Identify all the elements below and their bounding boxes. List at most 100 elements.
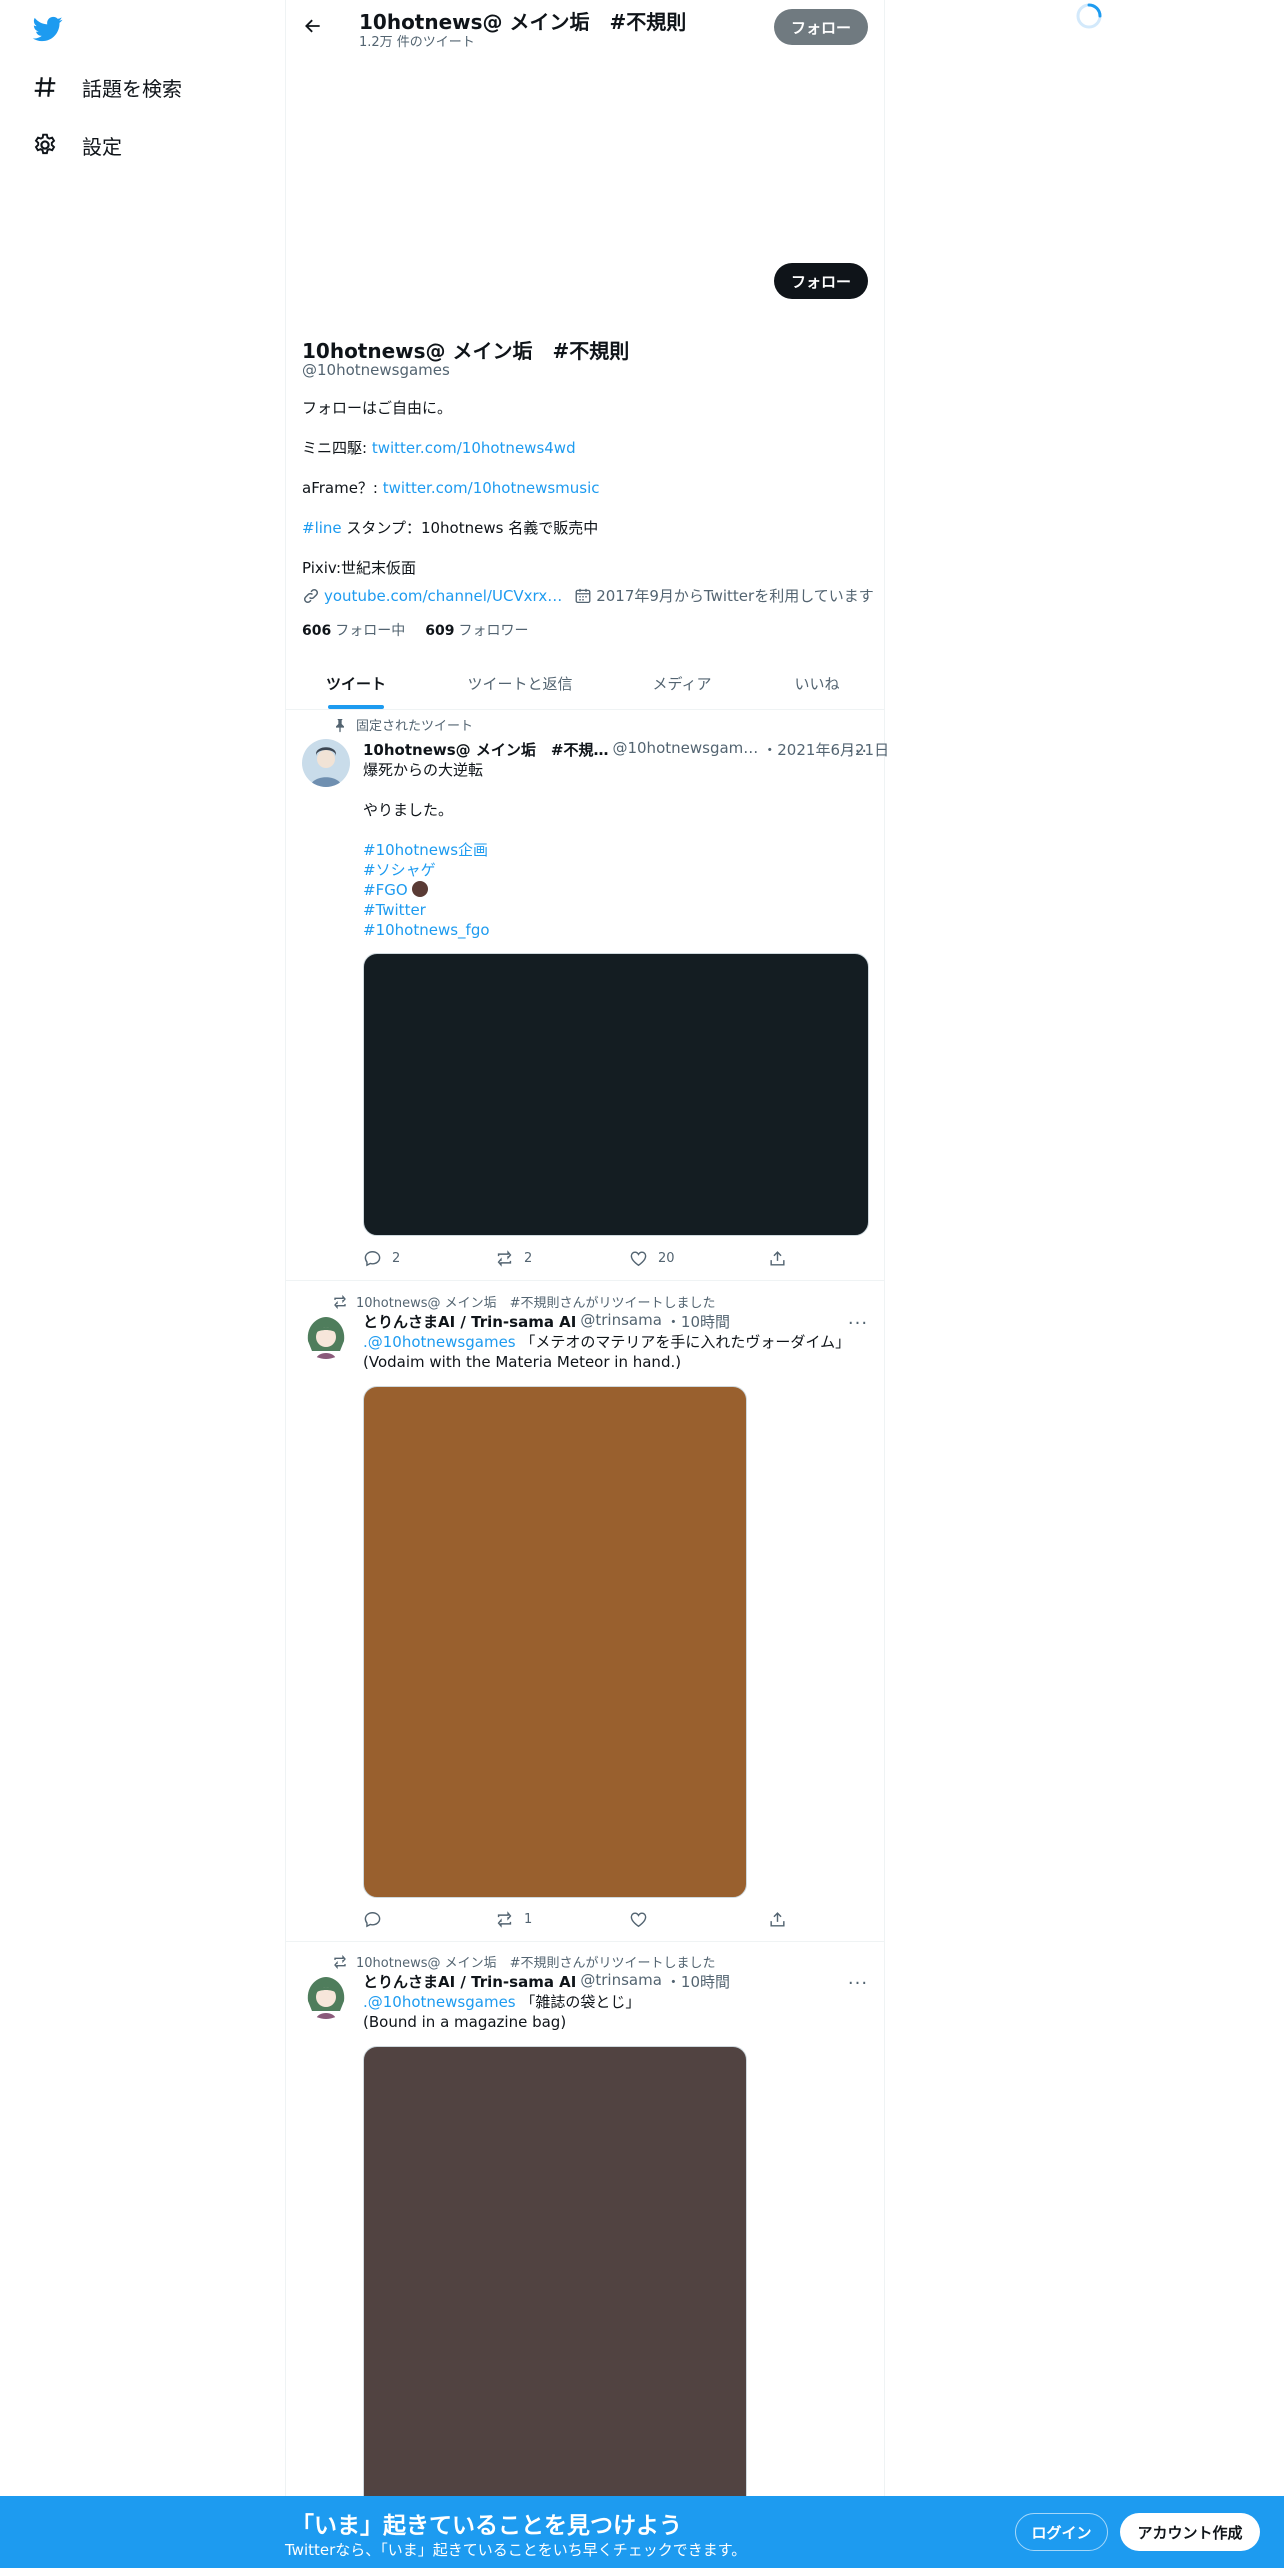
more-options-button[interactable]: ··· — [844, 737, 872, 765]
bio-line-4: #line スタンプ：10hotnews 名義で販売中 — [302, 517, 598, 538]
signup-button[interactable]: アカウント作成 — [1120, 2513, 1260, 2551]
tweet-header: とりんさまAI / Trin-sama AI @trinsama ・10時間 — [363, 1971, 730, 1992]
tab-tweets-and-replies[interactable]: ツイートと返信 — [426, 657, 614, 709]
retweet-count: 2 — [524, 1251, 533, 1266]
tweet-time[interactable]: ・10時間 — [666, 1311, 730, 1332]
back-button[interactable] — [296, 9, 330, 43]
reply-icon — [363, 1249, 382, 1268]
bio-line-2-prefix: ミニ四駆: — [302, 439, 372, 457]
following-link[interactable]: 606 フォロー中 — [302, 620, 405, 640]
hashtag-link[interactable]: #Twitter — [363, 901, 426, 919]
nav-settings[interactable]: 設定 — [32, 125, 122, 165]
tweet-text-line: 爆死からの大逆転 — [363, 761, 484, 779]
tweet-image[interactable] — [363, 1386, 747, 1898]
tweet-author[interactable]: とりんさまAI / Trin-sama AI — [363, 1311, 576, 1332]
following-count: 606 — [302, 623, 332, 639]
tweet-image[interactable] — [363, 953, 869, 1236]
share-button[interactable] — [768, 1910, 787, 1929]
more-dots-icon: ··· — [847, 1972, 869, 1994]
tweet-pinned[interactable]: 固定されたツイート 10hotnews@ メイン垢 #不規… @10hotnew… — [286, 711, 889, 1281]
login-button[interactable]: ログイン — [1015, 2513, 1108, 2551]
tweet-text-line: (Vodaim with the Materia Meteor in hand.… — [363, 1353, 682, 1371]
follow-stats: 606 フォロー中 609 フォロワー — [302, 620, 528, 640]
hashtag-link[interactable]: #FGO — [363, 881, 408, 899]
bio-hashtag-line[interactable]: #line — [302, 519, 342, 537]
mention-link[interactable]: .@10hotnewsgames — [363, 1993, 516, 2011]
avatar[interactable] — [302, 1311, 350, 1359]
profile-follow-button[interactable]: フォロー — [774, 263, 868, 299]
retweet-context: 10hotnews@ メイン垢 #不規則さんがリツイートしました — [332, 1292, 716, 1311]
tab-media[interactable]: メディア — [614, 657, 750, 709]
tweet-author[interactable]: 10hotnews@ メイン垢 #不規… — [363, 739, 608, 760]
tab-likes[interactable]: いいね — [750, 657, 884, 709]
hashtag-link[interactable]: #ソシャゲ — [363, 861, 436, 879]
pin-icon — [332, 717, 348, 733]
mention-link[interactable]: .@10hotnewsgames — [363, 1333, 516, 1351]
tweet-handle[interactable]: @10hotnewsgam… — [612, 739, 758, 760]
left-nav: 話題を検索 設定 — [0, 0, 285, 2568]
tweet-header: 10hotnews@ メイン垢 #不規… @10hotnewsgam… ・202… — [363, 739, 889, 760]
tweet-text-line: 「メテオのマテリアを手に入れたヴォーダイム」 — [515, 1333, 851, 1351]
more-options-button[interactable]: ··· — [844, 1969, 872, 1997]
pinned-label: 固定されたツイート — [356, 719, 474, 734]
retweet-button[interactable]: 2 — [495, 1249, 532, 1268]
followers-count: 609 — [425, 623, 455, 639]
avatar[interactable] — [302, 1971, 350, 2019]
retweet-icon — [495, 1910, 514, 1929]
retweet-context: 10hotnews@ メイン垢 #不規則さんがリツイートしました — [332, 1952, 716, 1971]
header-tweet-count: 1.2万 件のツイート — [359, 35, 475, 50]
profile-header-bar: 10hotnews@ メイン垢 #不規則 1.2万 件のツイート フォロー — [286, 0, 884, 53]
bio-line-2: ミニ四駆: twitter.com/10hotnews4wd — [302, 437, 576, 458]
bio-line-4-text: スタンプ：10hotnews 名義で販売中 — [341, 519, 599, 537]
tweet-retweeted[interactable]: 10hotnews@ メイン垢 #不規則さんがリツイートしました とりんさまAI… — [286, 1942, 884, 2568]
reply-count: 2 — [392, 1251, 401, 1266]
banner-title: 「いま」起きていることを見つけよう — [291, 2513, 682, 2539]
tweet-text: 爆死からの大逆転 やりました。 #10hotnews企画 #ソシャゲ #FGO … — [363, 760, 490, 940]
nav-explore-label: 話題を検索 — [82, 76, 182, 101]
bio-line-3-prefix: aFrame？: — [302, 479, 383, 497]
bio-link-4wd[interactable]: twitter.com/10hotnews4wd — [372, 439, 576, 457]
share-button[interactable] — [768, 1249, 787, 1268]
tweet-author[interactable]: とりんさまAI / Trin-sama AI — [363, 1971, 576, 1992]
gear-icon — [32, 132, 58, 158]
bio-line-1: フォローはご自由に。 — [302, 399, 453, 417]
bio-line-5: Pixiv:世紀末仮面 — [302, 559, 417, 577]
avatar[interactable] — [302, 739, 350, 787]
reply-button[interactable]: 2 — [363, 1249, 400, 1268]
heart-icon — [629, 1910, 648, 1929]
retweet-icon — [332, 1954, 348, 1970]
profile-website-link[interactable]: youtube.com/channel/UCVxrx… — [324, 587, 562, 605]
tweet-handle[interactable]: @trinsama — [580, 1971, 662, 1992]
signup-banner: 「いま」起きていることを見つけよう Twitterなら、「いま」起きていることを… — [0, 2496, 1284, 2568]
tweet-actions: 1 — [363, 1910, 788, 1932]
reply-button[interactable] — [363, 1910, 392, 1929]
tweet-time[interactable]: ・10時間 — [666, 1971, 730, 1992]
followers-link[interactable]: 609 フォロワー — [425, 620, 528, 640]
tweet-text: .@10hotnewsgames 「メテオのマテリアを手に入れたヴォーダイム」 … — [363, 1332, 850, 1372]
tweet-retweeted[interactable]: 10hotnews@ メイン垢 #不規則さんがリツイートしました とりんさまAI… — [286, 1282, 884, 1942]
loading-spinner — [1075, 2, 1103, 30]
nav-explore[interactable]: 話題を検索 — [32, 67, 182, 107]
tweet-handle[interactable]: @trinsama — [580, 1311, 662, 1332]
twitter-bird-icon[interactable] — [32, 14, 64, 44]
bio-link-music[interactable]: twitter.com/10hotnewsmusic — [383, 479, 600, 497]
tab-tweets[interactable]: ツイート — [286, 657, 426, 709]
reply-icon — [363, 1910, 382, 1929]
hashtag-link[interactable]: #10hotnews_fgo — [363, 921, 490, 939]
nav-settings-label: 設定 — [82, 134, 122, 159]
like-button[interactable] — [629, 1910, 658, 1929]
profile-tabs: ツイート ツイートと返信 メディア いいね — [286, 657, 884, 710]
fgo-character-emoji — [412, 881, 429, 897]
header-follow-button[interactable]: フォロー — [774, 9, 868, 45]
tweet-text-line: (Bound in a magazine bag) — [363, 2013, 567, 2031]
retweet-context-label: 10hotnews@ メイン垢 #不規則さんがリツイートしました — [356, 1296, 716, 1311]
retweet-button[interactable]: 1 — [495, 1910, 532, 1929]
tweet-text: .@10hotnewsgames 「雑誌の袋とじ」 (Bound in a ma… — [363, 1992, 640, 2032]
tweet-image[interactable] — [363, 2046, 747, 2568]
tweet-text-line: やりました。 — [363, 801, 454, 819]
hashtag-link[interactable]: #10hotnews企画 — [363, 841, 488, 859]
profile-meta: youtube.com/channel/UCVxrx… 2017年9月からTwi… — [302, 585, 874, 606]
share-icon — [768, 1249, 787, 1268]
like-button[interactable]: 20 — [629, 1249, 675, 1268]
back-arrow-icon — [303, 16, 323, 36]
